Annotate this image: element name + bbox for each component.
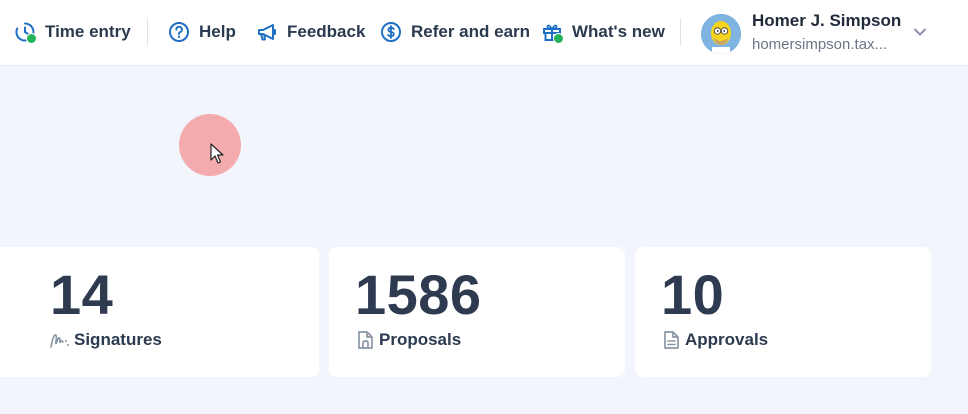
whats-new-label: What's new: [572, 22, 665, 41]
time-entry-label: Time entry: [45, 22, 131, 41]
megaphone-icon: [256, 21, 278, 43]
help-label: Help: [199, 22, 236, 41]
status-dot: [553, 33, 564, 44]
status-dot: [26, 33, 37, 44]
gift-icon: [541, 21, 564, 44]
feedback-link[interactable]: Feedback: [256, 20, 365, 44]
stat-value: 14: [50, 263, 114, 326]
clock-icon: [14, 21, 37, 44]
user-name: Homer J. Simpson: [752, 11, 902, 30]
approval-doc-icon: [661, 330, 681, 350]
user-menu[interactable]: [701, 12, 741, 56]
user-email: homersimpson.tax...: [752, 36, 888, 53]
divider: [680, 18, 681, 46]
stat-card-signatures[interactable]: 14 Signatures: [24, 247, 319, 377]
stat-card-proposals[interactable]: 1586 Proposals: [329, 247, 625, 377]
proposal-doc-icon: [355, 330, 375, 350]
stat-card-approvals[interactable]: 10 Approvals: [635, 247, 931, 377]
stat-label: Signatures: [74, 330, 162, 349]
stat-value: 10: [661, 263, 725, 326]
mouse-cursor-icon: [210, 143, 224, 170]
stat-value: 1586: [355, 263, 482, 326]
chevron-down-icon[interactable]: [912, 24, 928, 45]
help-link[interactable]: Help: [168, 20, 236, 44]
refer-and-earn-label: Refer and earn: [411, 22, 531, 41]
divider: [147, 18, 148, 46]
time-entry-link[interactable]: Time entry: [14, 20, 131, 44]
top-bar: Time entry Help Feedback Refer and earn …: [0, 0, 968, 66]
whats-new-link[interactable]: What's new: [541, 20, 665, 44]
refer-and-earn-link[interactable]: Refer and earn: [380, 20, 530, 44]
feedback-label: Feedback: [287, 22, 366, 41]
question-circle-icon: [168, 21, 190, 43]
stat-label: Approvals: [685, 330, 769, 349]
avatar: [701, 14, 741, 54]
stat-label: Proposals: [379, 330, 462, 349]
signature-icon: [50, 330, 70, 350]
dollar-circle-icon: [380, 21, 402, 43]
